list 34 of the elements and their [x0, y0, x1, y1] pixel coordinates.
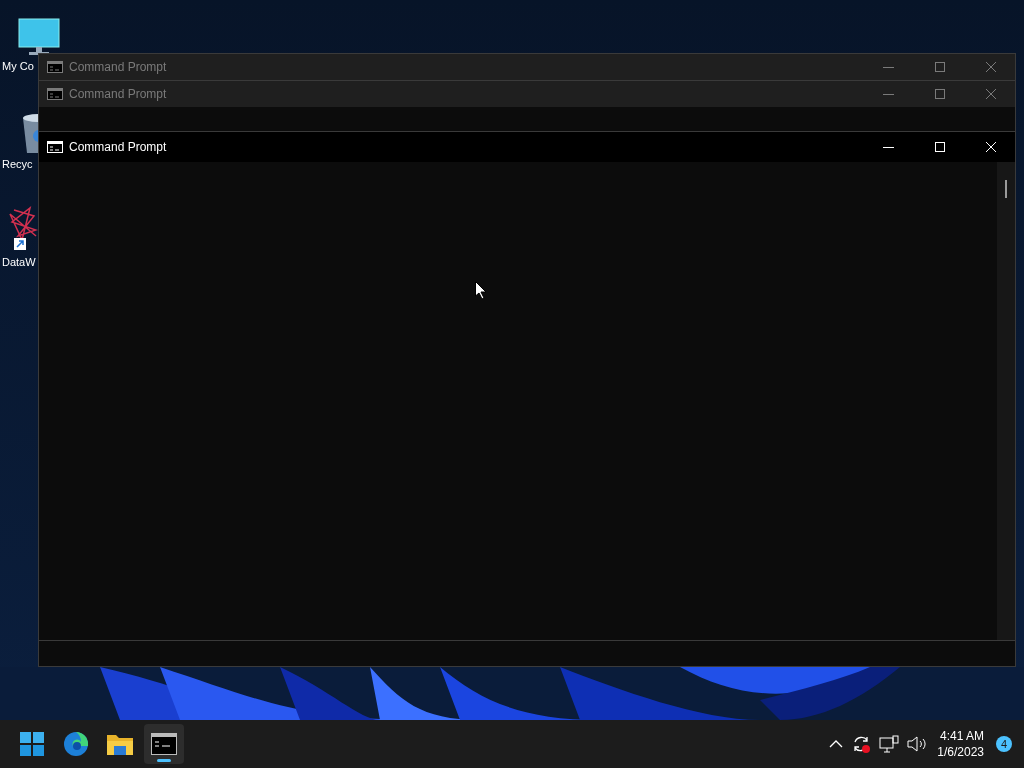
terminal-icon	[47, 141, 63, 153]
minimize-icon	[883, 66, 894, 68]
desktop-icon-label[interactable]: DataW	[0, 256, 36, 268]
windows-logo-icon	[20, 732, 44, 756]
monitor-icon[interactable]	[18, 18, 60, 56]
terminal-icon	[151, 733, 177, 755]
terminal-icon	[47, 61, 63, 73]
clock-time[interactable]: 4:41 AM	[939, 728, 984, 744]
window-title: Command Prompt	[69, 87, 168, 101]
close-icon	[985, 62, 996, 72]
scrollbar[interactable]	[997, 162, 1015, 640]
app-shortcut-icon[interactable]	[8, 206, 38, 252]
volume-icon[interactable]	[907, 736, 928, 752]
desktop-icon-label[interactable]: Recyc	[0, 158, 33, 170]
close-icon	[985, 89, 996, 99]
notification-badge[interactable]: 4	[996, 736, 1012, 752]
network-icon[interactable]	[879, 735, 900, 753]
window-title: Command Prompt	[69, 60, 168, 74]
browser-icon	[63, 731, 89, 757]
close-icon	[985, 142, 996, 152]
minimize-icon	[883, 93, 894, 95]
maximize-icon	[934, 62, 945, 72]
maximize-icon	[934, 142, 945, 152]
folder-icon	[107, 733, 133, 755]
chevron-up-icon[interactable]	[829, 740, 844, 748]
clock-date[interactable]: 1/6/2023	[937, 744, 984, 760]
mouse-cursor-icon	[475, 281, 487, 300]
maximize-icon	[934, 89, 945, 99]
minimize-icon	[883, 146, 894, 148]
desktop-icon-label[interactable]: My Co	[0, 60, 34, 72]
window-title: Command Prompt	[69, 140, 168, 154]
terminal-icon	[47, 88, 63, 100]
sync-icon[interactable]	[851, 734, 872, 754]
taskbar-app-button[interactable]	[144, 724, 184, 764]
